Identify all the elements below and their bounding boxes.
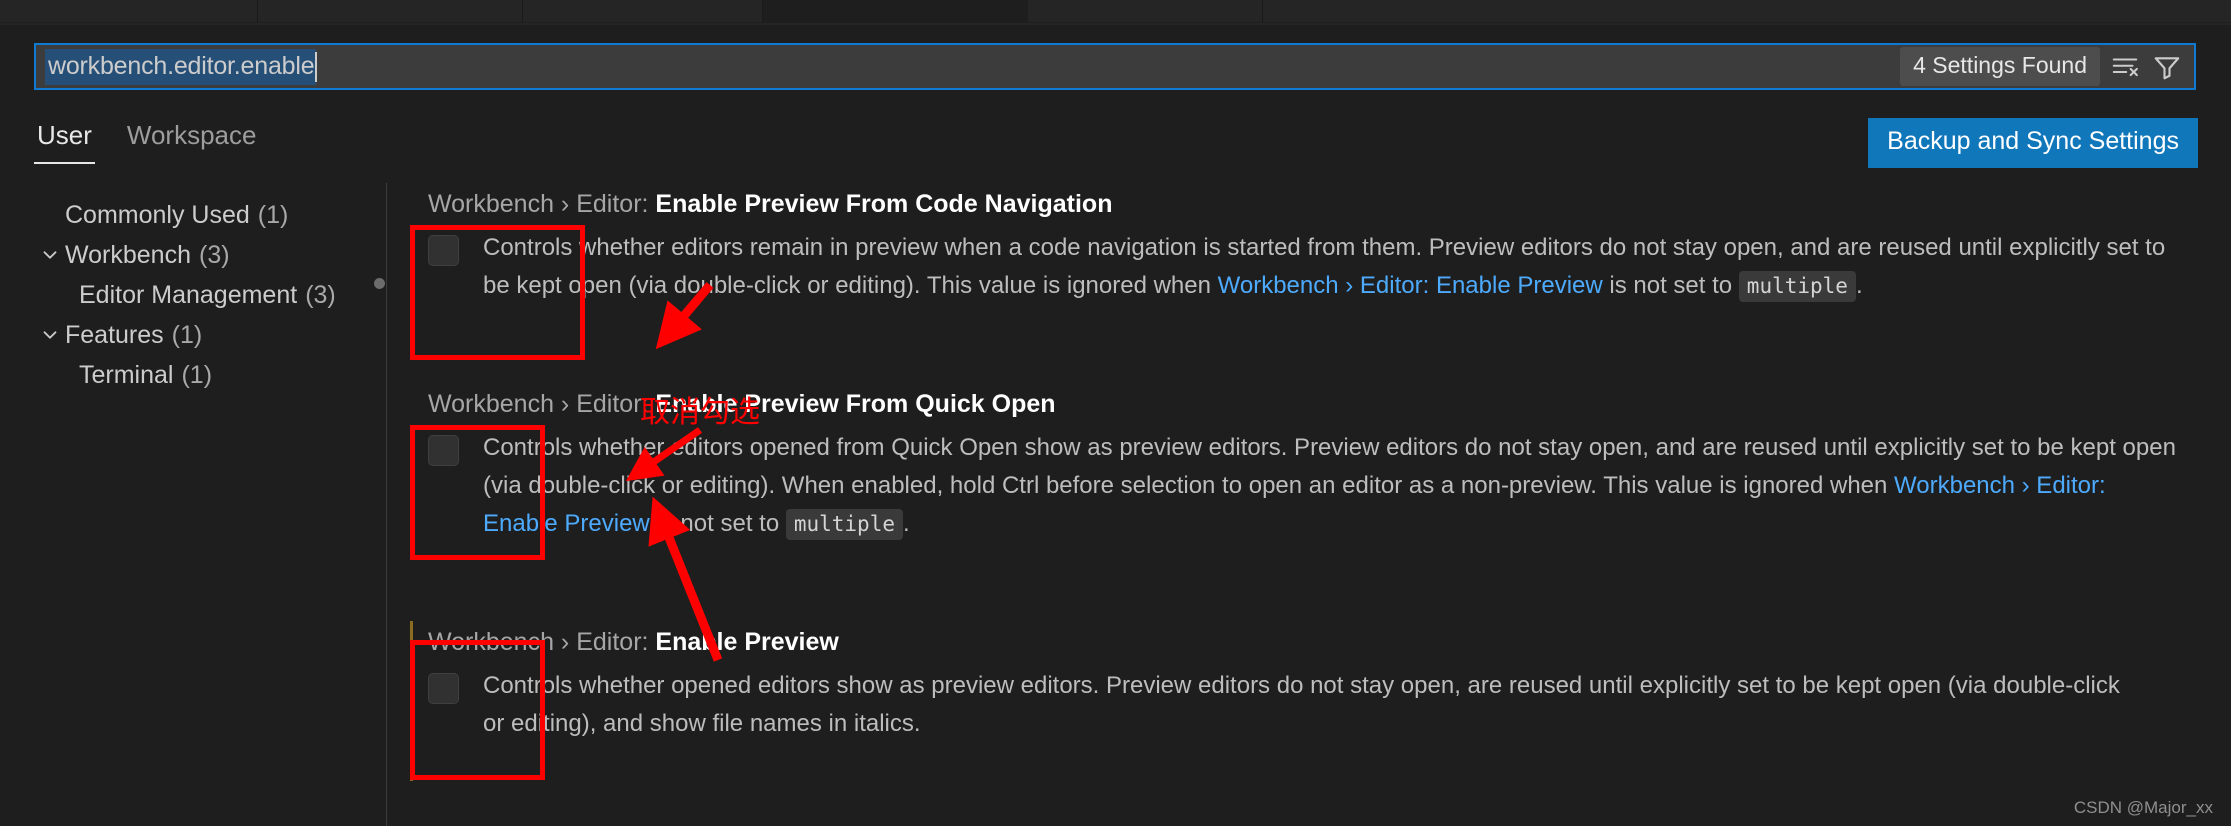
chevron-down-icon: [35, 244, 65, 266]
desc-text: is not set to: [1602, 272, 1739, 299]
desc-text: .: [903, 510, 910, 537]
sidebar-item-count: (3): [199, 240, 230, 269]
sidebar-item-features[interactable]: Features (1): [0, 315, 386, 355]
settings-list: Workbench › Editor: Enable Preview From …: [410, 183, 2200, 781]
scope-tabs: User Workspace: [34, 118, 259, 168]
tab-user[interactable]: User: [34, 118, 95, 164]
clear-filter-icon[interactable]: [2108, 50, 2142, 84]
sidebar-item-commonly-used[interactable]: Commonly Used (1): [0, 195, 386, 235]
backup-and-sync-settings-button[interactable]: Backup and Sync Settings: [1868, 118, 2198, 168]
sidebar-item-label: Commonly Used: [65, 200, 250, 229]
desc-code: multiple: [785, 509, 903, 540]
modified-marker: [410, 621, 413, 781]
sidebar-item-editor-management[interactable]: Editor Management (3): [0, 275, 386, 315]
settings-search-input[interactable]: workbench.editor.enable 4 Settings Found: [34, 43, 2196, 90]
filter-funnel-icon[interactable]: [2150, 50, 2184, 84]
desc-text: is not set to: [649, 510, 786, 537]
editor-tab[interactable]: [523, 0, 763, 23]
setting-category: Workbench › Editor:: [428, 190, 656, 218]
setting-description: Controls whether editors remain in previ…: [483, 229, 2183, 305]
setting-body: Controls whether editors opened from Qui…: [410, 419, 2200, 543]
setting-title: Workbench › Editor: Enable Preview From …: [410, 183, 2200, 219]
setting-body: Controls whether opened editors show as …: [410, 657, 2200, 743]
setting-checkbox[interactable]: [428, 673, 459, 704]
editor-tab[interactable]: [1028, 0, 1263, 23]
tab-strip-underline: [0, 23, 2231, 25]
search-actions: 4 Settings Found: [1900, 45, 2184, 88]
setting-row: Workbench › Editor: Enable Preview Contr…: [410, 621, 2200, 781]
text-caret: [315, 51, 318, 82]
setting-name: Enable Preview: [655, 628, 839, 656]
sidebar-item-label: Editor Management: [79, 280, 298, 309]
sidebar-item-count: (3): [305, 280, 336, 309]
setting-name: Enable Preview From Quick Open: [655, 390, 1056, 418]
settings-editor: workbench.editor.enable 4 Settings Found: [0, 0, 2231, 826]
sidebar-item-workbench[interactable]: Workbench (3): [0, 235, 386, 275]
sidebar-scroll-indicator[interactable]: [374, 278, 385, 289]
desc-text: Controls whether opened editors show as …: [483, 672, 2120, 737]
sidebar-item-count: (1): [181, 360, 213, 389]
editor-tab[interactable]: [1263, 0, 2231, 23]
editor-tab-active[interactable]: [763, 0, 1028, 23]
sidebar-divider: [386, 183, 387, 826]
chevron-down-icon: [35, 324, 65, 346]
modified-marker: [410, 383, 413, 583]
desc-code: multiple: [1738, 271, 1856, 302]
desc-text: .: [1855, 272, 1863, 299]
search-input-value: workbench.editor.enable: [45, 48, 317, 85]
setting-body: Controls whether editors remain in previ…: [410, 219, 2200, 305]
setting-category: Workbench › Editor:: [428, 390, 656, 418]
setting-checkbox[interactable]: [428, 435, 459, 466]
sidebar-item-label: Workbench: [65, 240, 191, 269]
search-row: workbench.editor.enable 4 Settings Found: [0, 38, 2231, 96]
tab-workspace[interactable]: Workspace: [124, 118, 260, 164]
results-count-badge: 4 Settings Found: [1900, 47, 2100, 86]
watermark: CSDN @Major_xx: [2073, 798, 2213, 817]
editor-tab[interactable]: [258, 0, 523, 23]
setting-title: Workbench › Editor: Enable Preview From …: [410, 383, 2200, 419]
setting-checkbox[interactable]: [428, 235, 459, 266]
editor-tab[interactable]: [0, 0, 258, 23]
setting-link[interactable]: Workbench › Editor: Enable Preview: [1218, 272, 1603, 299]
modified-marker: [410, 183, 413, 315]
setting-category: Workbench › Editor:: [428, 628, 656, 656]
editor-tab-strip: [0, 0, 2231, 23]
sidebar-item-count: (1): [171, 320, 203, 349]
setting-name: Enable Preview From Code Navigation: [655, 190, 1113, 218]
setting-title: Workbench › Editor: Enable Preview: [410, 621, 2200, 657]
setting-description: Controls whether opened editors show as …: [483, 667, 2123, 743]
sidebar-item-terminal[interactable]: Terminal (1): [0, 355, 386, 395]
setting-description: Controls whether editors opened from Qui…: [483, 429, 2183, 543]
setting-row: Workbench › Editor: Enable Preview From …: [410, 383, 2200, 583]
sidebar-item-label: Features: [65, 320, 164, 349]
setting-row: Workbench › Editor: Enable Preview From …: [410, 183, 2200, 315]
sidebar-item-count: (1): [257, 200, 289, 229]
sidebar-item-label: Terminal: [79, 360, 174, 389]
settings-toc-tree: Commonly Used (1) Workbench (3) Editor M…: [0, 195, 386, 395]
